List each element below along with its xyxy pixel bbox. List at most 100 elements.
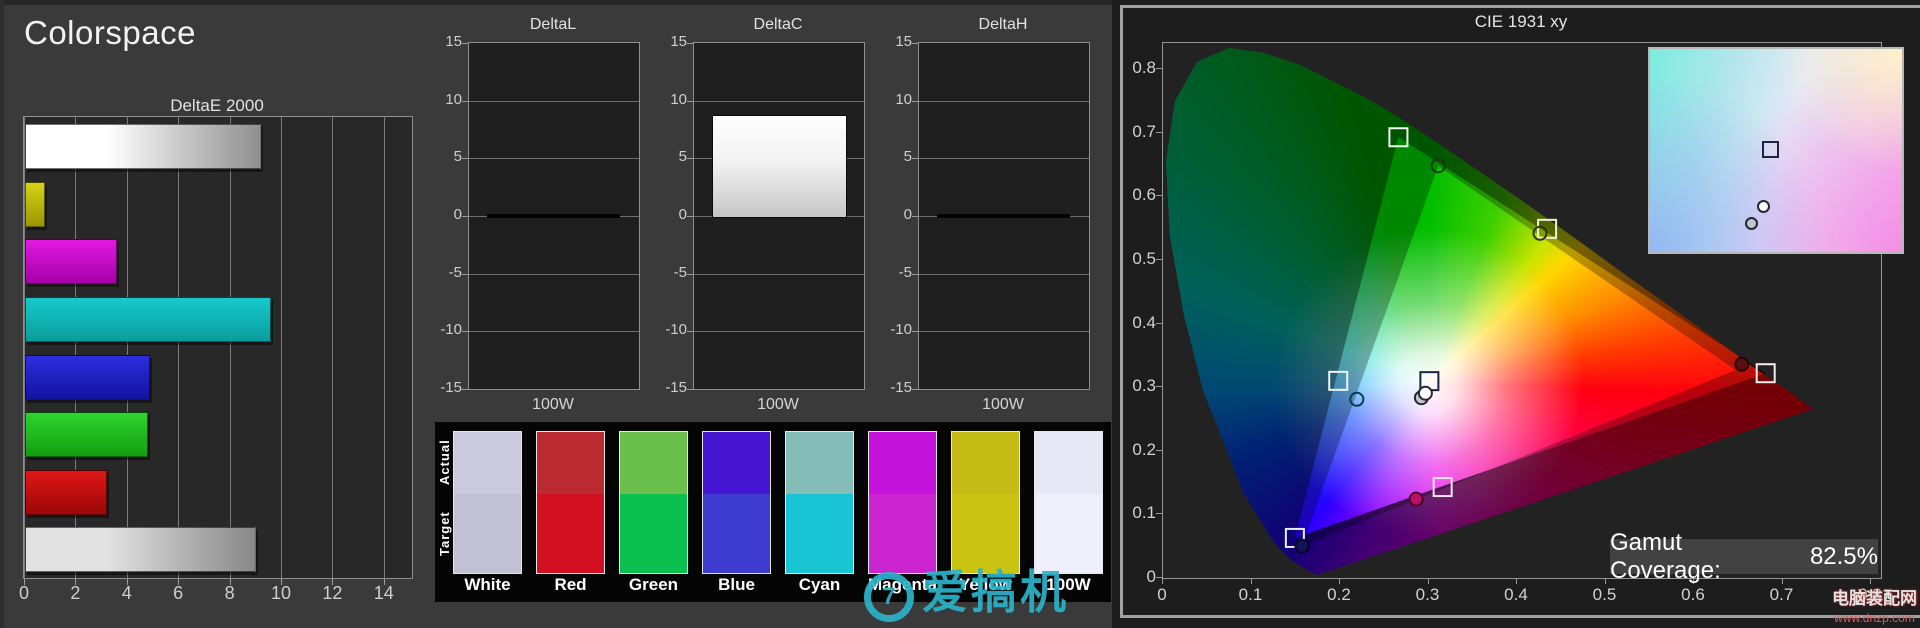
deltae-bar-white bbox=[25, 124, 261, 169]
mini-tick-mark bbox=[912, 43, 918, 44]
deltaC-bar bbox=[712, 114, 847, 218]
deltae-gridline bbox=[383, 117, 385, 578]
deltae-bar-magenta bbox=[25, 239, 117, 285]
deltae-gridline bbox=[281, 117, 282, 578]
deltae-gridline bbox=[229, 117, 231, 578]
left-edge-strip bbox=[0, 0, 4, 628]
cie-chart-panel[interactable]: CIE 1931 xy 0 0.1 0.2 0.3 0.4 0.5 0.6 0.7 0.8 0 0.… bbox=[1112, 0, 1920, 628]
cie-x-tick-mark bbox=[1250, 578, 1252, 584]
mini-tick-label: -5 bbox=[673, 263, 687, 281]
swatch-actual-green bbox=[620, 432, 687, 494]
cie-measured-marker-red bbox=[1734, 356, 1750, 372]
deltaH-zero-bar bbox=[937, 214, 1070, 218]
mini-tick-label: 0 bbox=[678, 206, 687, 223]
swatch-column-yellow bbox=[951, 431, 1020, 574]
swatch-column-white bbox=[453, 431, 522, 574]
cie-y-tick-mark bbox=[1156, 513, 1162, 515]
mini-tick-label: -15 bbox=[890, 379, 912, 396]
dnzp-watermark-name: 电脑装配网 bbox=[1832, 589, 1917, 608]
deltal-chart-panel[interactable]: DeltaL 100W 15 10 5 0 -5 -10 -15 bbox=[430, 10, 660, 424]
cie-y-tick-mark bbox=[1156, 322, 1162, 324]
cie-x-tick-mark bbox=[1516, 578, 1517, 584]
deltal-plot-area bbox=[462, 42, 640, 390]
deltae-tick-label: 14 bbox=[373, 583, 394, 603]
mini-tick-label: 10 bbox=[445, 90, 462, 108]
mini-tick-mark bbox=[912, 331, 918, 333]
mini-gridline bbox=[694, 273, 864, 275]
mini-tick-label: -15 bbox=[665, 379, 687, 396]
cie-y-tick-mark bbox=[1156, 68, 1162, 70]
cie-measured-marker-blue bbox=[1294, 538, 1310, 554]
igao7-logo-char: 7 bbox=[882, 583, 896, 610]
mini-tick-label: 15 bbox=[670, 33, 687, 50]
gamut-coverage-label: Gamut Coverage: bbox=[1610, 528, 1721, 584]
deltae2000-chart-panel[interactable]: DeltaE 2000 0 2 4 6 8 10 12 14 bbox=[19, 96, 424, 620]
deltah-chart-title: DeltaH bbox=[978, 16, 1028, 33]
cie-x-tick-label: 0.6 bbox=[1681, 585, 1705, 604]
deltae-bar-blue bbox=[25, 354, 151, 400]
deltae-bar-yellow bbox=[25, 181, 45, 227]
swatch-target-white bbox=[454, 494, 521, 573]
cie-x-tick-label: 0 bbox=[1157, 585, 1167, 604]
swatch-actual-red bbox=[537, 432, 604, 494]
cie-chart-title: CIE 1931 xy bbox=[1474, 12, 1568, 31]
mini-gridline bbox=[469, 331, 639, 333]
deltae-tick-label: 8 bbox=[224, 583, 235, 603]
cie-y-tick-label: 0.2 bbox=[1132, 439, 1156, 459]
mini-tick-label: 5 bbox=[903, 148, 912, 166]
mini-tick-label: 10 bbox=[895, 90, 912, 108]
deltae-bar-red bbox=[25, 469, 107, 515]
mini-tick-label: -5 bbox=[898, 263, 912, 281]
swatch-target-green bbox=[620, 494, 687, 573]
deltah-chart-panel[interactable]: DeltaH 100W 15 10 5 0 -5 -10 -15 bbox=[880, 10, 1110, 424]
swatch-actual-magenta bbox=[869, 432, 936, 494]
mini-tick-label: 10 bbox=[670, 90, 687, 108]
mini-tick-label: 0 bbox=[903, 206, 912, 223]
cie-y-tick-label: 0.7 bbox=[1132, 121, 1156, 141]
mini-tick-label: 5 bbox=[678, 148, 687, 166]
swatch-actual-cyan bbox=[786, 432, 853, 494]
mini-tick-mark bbox=[462, 43, 468, 44]
swatch-actual-blue bbox=[703, 432, 770, 494]
deltah-x-label: 100W bbox=[982, 396, 1024, 413]
deltae-tick-label: 12 bbox=[322, 583, 343, 603]
deltae2000-chart-title: DeltaE 2000 bbox=[170, 96, 264, 115]
cie-x-tick-label: 0.1 bbox=[1238, 585, 1263, 604]
deltae-tick-label: 4 bbox=[121, 583, 132, 603]
swatch-label: Green bbox=[628, 575, 679, 594]
swatch-column-magenta bbox=[868, 431, 937, 574]
inset-target-marker bbox=[1762, 141, 1779, 158]
swatch-column-blue bbox=[702, 431, 771, 574]
cie-y-tick-label: 0.1 bbox=[1132, 503, 1156, 523]
cie-y-tick-label: 0.6 bbox=[1132, 185, 1156, 205]
cie-y-tick-label: 0.4 bbox=[1132, 312, 1156, 332]
cie-x-tick-mark bbox=[1427, 578, 1429, 584]
mini-gridline bbox=[694, 100, 864, 102]
cie-y-tick-mark bbox=[1156, 386, 1162, 388]
deltac-chart-panel[interactable]: DeltaC 100W 15 10 5 0 -5 -10 -15 bbox=[655, 10, 885, 424]
cie-y-tick-mark bbox=[1156, 195, 1162, 197]
mini-tick-mark bbox=[687, 331, 693, 333]
mini-gridline bbox=[694, 331, 864, 333]
mini-tick-mark bbox=[912, 216, 918, 217]
mini-gridline bbox=[919, 273, 1089, 275]
mini-tick-label: -10 bbox=[440, 321, 462, 339]
cie-y-tick-label: 0 bbox=[1146, 567, 1156, 586]
mini-tick-mark bbox=[462, 389, 468, 390]
mini-tick-mark bbox=[462, 158, 468, 160]
swatch-actual-yellow bbox=[952, 432, 1019, 494]
mini-tick-mark bbox=[462, 273, 468, 275]
dnzp-watermark: 电脑装配网 www.dnzp.com bbox=[1832, 584, 1917, 625]
mini-tick-label: 15 bbox=[895, 33, 912, 50]
mini-tick-mark bbox=[687, 216, 693, 217]
mini-gridline bbox=[469, 273, 639, 275]
cie-whitepoint-inset bbox=[1648, 47, 1904, 254]
mini-gridline bbox=[919, 158, 1089, 160]
mini-tick-mark bbox=[462, 100, 468, 102]
cie-x-tick-label: 0.5 bbox=[1592, 585, 1617, 604]
swatch-column-100w bbox=[1034, 431, 1103, 574]
deltae-bar-100w bbox=[25, 527, 256, 573]
mini-tick-label: -10 bbox=[890, 321, 912, 339]
cie-y-tick-label: 0.8 bbox=[1132, 58, 1156, 78]
swatch-target-cyan bbox=[786, 494, 853, 573]
